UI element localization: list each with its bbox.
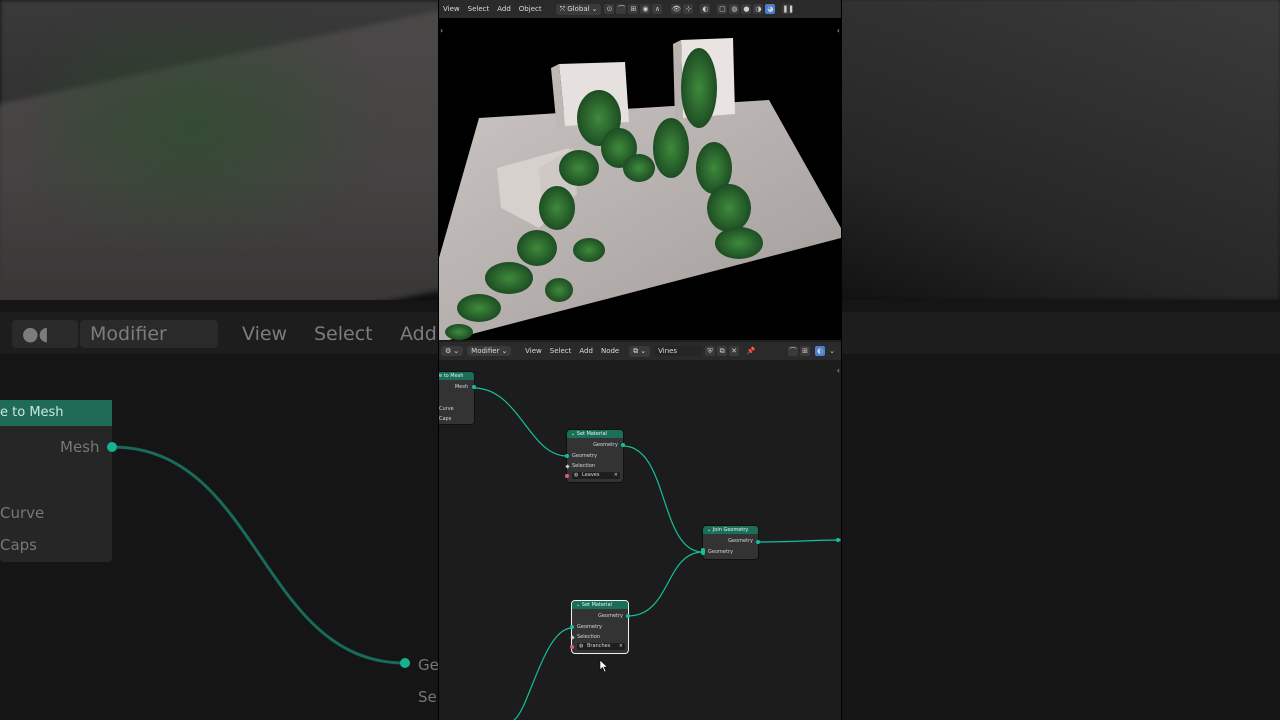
material-icon: ◍ xyxy=(579,643,584,649)
node-set-material-branches[interactable]: ⌄ Set Material Geometry Geometry Selecti… xyxy=(570,601,630,653)
menu-object[interactable]: Object xyxy=(515,5,546,13)
chevron-down-icon: ⌄ xyxy=(591,5,598,13)
clear-material-icon[interactable]: × xyxy=(614,472,618,478)
chevron-down-icon: ⌄ xyxy=(501,347,508,355)
viewport-header: View Select Add Object ⤧ Global ⌄ ⊙ ⌒ ⊞ … xyxy=(439,0,841,18)
pivot-icon[interactable]: ⊙ xyxy=(604,4,615,14)
snap-target-icon[interactable]: ⊞ xyxy=(628,4,639,14)
unlink-icon[interactable]: ✕ xyxy=(729,346,740,356)
shading-material-icon[interactable]: ◑ xyxy=(753,4,764,14)
output-socket-geometry[interactable] xyxy=(621,443,625,447)
socket-label-geometry-in: Geometry xyxy=(577,624,602,630)
output-socket-mesh[interactable] xyxy=(472,385,476,389)
input-socket-material[interactable] xyxy=(570,645,574,649)
socket-label-geometry-out: Geometry xyxy=(593,442,618,448)
snap-icon[interactable]: ⌒ xyxy=(616,4,627,14)
sidebar-toggle-icon[interactable]: ‹ xyxy=(837,366,840,375)
node-menu-select[interactable]: Select xyxy=(546,347,576,355)
material-icon: ◍ xyxy=(574,472,579,478)
material-name: Leaves xyxy=(582,472,600,478)
node-group-browse[interactable]: ⧉ ⌄ xyxy=(629,345,651,357)
chevron-down-icon: ⌄ xyxy=(640,347,647,355)
pause-icon[interactable]: ❚❚ xyxy=(782,4,794,14)
falloff-icon[interactable]: ∧ xyxy=(652,4,663,14)
node-menu-view[interactable]: View xyxy=(521,347,546,355)
fake-user-icon[interactable]: ⛨ xyxy=(705,346,716,356)
geometry-nodes-icon: ⚙ xyxy=(445,347,452,355)
chevron-down-icon[interactable]: ⌄ xyxy=(827,346,837,356)
material-field[interactable]: Leaves xyxy=(572,472,620,479)
material-field[interactable]: Branches xyxy=(577,643,625,650)
input-socket-geometry-multi[interactable] xyxy=(701,548,705,555)
overlay-node-icon[interactable]: ◐ xyxy=(815,346,825,356)
input-socket-selection[interactable] xyxy=(570,635,575,640)
node-menu-add[interactable]: Add xyxy=(575,347,597,355)
input-socket-selection[interactable] xyxy=(565,464,570,469)
3d-viewport[interactable]: › ‹ xyxy=(439,18,841,340)
proportional-edit-icon[interactable]: ◉ xyxy=(640,4,651,14)
menu-add[interactable]: Add xyxy=(493,5,515,13)
menu-view[interactable]: View xyxy=(439,5,464,13)
input-socket-material[interactable] xyxy=(565,474,569,478)
node-set-material-leaves[interactable]: ⌄ Set Material Geometry Geometry Selecti… xyxy=(565,430,625,482)
group-output-socket[interactable] xyxy=(836,538,840,542)
socket-label-mesh: Mesh xyxy=(454,384,468,390)
shading-solid-icon[interactable]: ● xyxy=(741,4,752,14)
socket-label-geometry-out: Geometry xyxy=(598,613,623,619)
node-curve-to-mesh[interactable]: e to Mesh Mesh Curve Caps xyxy=(439,372,476,424)
node-title: ⌄ Set Material xyxy=(572,601,628,609)
node-title: ⌄ Join Geometry xyxy=(703,526,758,534)
shading-rendered-icon[interactable]: ◕ xyxy=(765,4,776,14)
xray-icon[interactable]: ▢ xyxy=(717,4,728,14)
output-socket-geometry[interactable] xyxy=(626,614,630,618)
snap-node-icon[interactable]: ⌒ xyxy=(788,346,798,356)
socket-label-selection: Selection xyxy=(577,634,601,640)
pin-icon[interactable]: 📌 xyxy=(746,346,756,356)
overlay-icon[interactable]: ◐ xyxy=(700,4,711,14)
socket-label-geometry-out: Geometry xyxy=(728,538,753,544)
output-socket-geometry[interactable] xyxy=(756,540,760,544)
node-group-name-field[interactable]: Vines xyxy=(654,346,703,356)
context-dropdown[interactable]: Modifier ⌄ xyxy=(467,346,512,356)
snap-element-icon[interactable]: ⊞ xyxy=(800,346,810,356)
input-socket-geometry[interactable] xyxy=(570,625,574,629)
node-menu-node[interactable]: Node xyxy=(597,347,623,355)
context-label: Modifier xyxy=(471,347,500,355)
visibility-icon[interactable]: 👁 xyxy=(671,4,682,14)
orientation-icon: ⤧ xyxy=(559,4,566,13)
node-tree-icon: ⧉ xyxy=(633,346,639,355)
socket-label-selection: Selection xyxy=(572,463,596,469)
node-editor-header: ⚙ ⌄ Modifier ⌄ View Select Add Node ⧉ ⌄ … xyxy=(439,342,841,360)
node-title: ⌄ Set Material xyxy=(567,430,623,438)
blender-window: View Select Add Object ⤧ Global ⌄ ⊙ ⌒ ⊞ … xyxy=(438,0,842,720)
mouse-cursor-icon xyxy=(599,659,609,673)
editor-type-dropdown[interactable]: ⚙ ⌄ xyxy=(441,346,464,356)
node-title: e to Mesh xyxy=(439,372,474,380)
transform-orientation-dropdown[interactable]: ⤧ Global ⌄ xyxy=(555,3,602,15)
toolbar-toggle-icon[interactable]: › xyxy=(440,26,443,35)
socket-label-caps: Caps xyxy=(439,416,452,422)
chevron-down-icon: ⌄ xyxy=(453,347,460,355)
node-editor-canvas[interactable]: e to Mesh Mesh Curve Caps ⌄ Set Material… xyxy=(439,360,841,720)
socket-label-geometry-in: Geometry xyxy=(572,453,597,459)
socket-label-geometry-in: Geometry xyxy=(708,549,733,555)
orientation-label: Global xyxy=(567,5,590,13)
menu-select[interactable]: Select xyxy=(464,5,494,13)
clear-material-icon[interactable]: × xyxy=(619,643,623,649)
duplicate-icon[interactable]: ⧉ xyxy=(717,346,728,356)
material-name: Branches xyxy=(587,643,611,649)
render-scene xyxy=(439,38,841,340)
sidebar-toggle-icon[interactable]: ‹ xyxy=(837,26,840,35)
gizmo-icon[interactable]: ⊹ xyxy=(683,4,694,14)
input-socket-geometry[interactable] xyxy=(565,454,569,458)
socket-label-curve: Curve xyxy=(439,406,454,412)
node-links xyxy=(473,387,841,720)
node-join-geometry[interactable]: ⌄ Join Geometry Geometry Geometry xyxy=(701,526,760,559)
shading-wireframe-icon[interactable]: ◍ xyxy=(729,4,740,14)
